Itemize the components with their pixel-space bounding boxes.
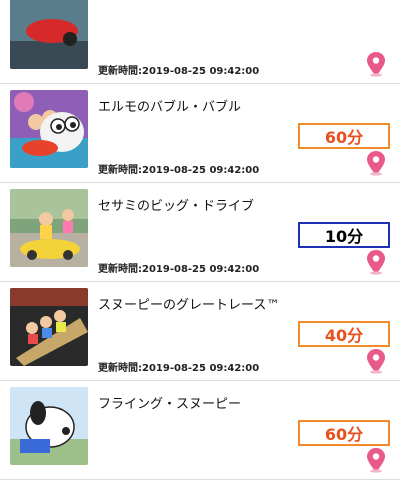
attraction-name: フライング・スヌーピー bbox=[98, 397, 242, 412]
attraction-name: セサミのビッグ・ドライブ bbox=[98, 199, 255, 214]
list-item[interactable]: セサミのビッグ・ドライブ 10分 更新時間:2019-08-25 09:42:0… bbox=[0, 183, 400, 282]
wait-time-badge: 60分 bbox=[298, 420, 390, 446]
attraction-thumbnail bbox=[10, 288, 88, 366]
updated-time: 更新時間:2019-08-25 09:42:00 bbox=[98, 363, 260, 374]
list-item[interactable]: フライング・スヌーピー 60分 bbox=[0, 381, 400, 480]
wait-time-badge: 40分 bbox=[298, 321, 390, 347]
attraction-name: スヌーピーのグレートレース™ bbox=[98, 298, 280, 313]
map-pin-icon[interactable] bbox=[364, 249, 388, 275]
updated-time: 更新時間:2019-08-25 09:42:00 bbox=[98, 66, 260, 77]
attraction-thumbnail bbox=[10, 387, 88, 465]
updated-time: 更新時間:2019-08-25 09:42:00 bbox=[98, 165, 260, 176]
list-item[interactable]: エルモのバブル・バブル 60分 更新時間:2019-08-25 09:42:00 bbox=[0, 84, 400, 183]
list-item[interactable]: スヌーピーのグレートレース™ 40分 更新時間:2019-08-25 09:42… bbox=[0, 282, 400, 381]
wait-time-badge: 10分 bbox=[298, 222, 390, 248]
attraction-thumbnail bbox=[10, 0, 88, 69]
attraction-name: エルモのバブル・バブル bbox=[98, 100, 242, 115]
list-item[interactable]: 更新時間:2019-08-25 09:42:00 bbox=[0, 0, 400, 84]
updated-time: 更新時間:2019-08-25 09:42:00 bbox=[98, 264, 260, 275]
map-pin-icon[interactable] bbox=[364, 150, 388, 176]
attraction-thumbnail bbox=[10, 90, 88, 168]
attraction-list: 更新時間:2019-08-25 09:42:00 エルモのバブル・バブル 60分 bbox=[0, 0, 400, 480]
map-pin-icon[interactable] bbox=[364, 51, 388, 77]
attraction-thumbnail bbox=[10, 189, 88, 267]
map-pin-icon[interactable] bbox=[364, 348, 388, 374]
wait-time-badge: 60分 bbox=[298, 123, 390, 149]
map-pin-icon[interactable] bbox=[364, 447, 388, 473]
